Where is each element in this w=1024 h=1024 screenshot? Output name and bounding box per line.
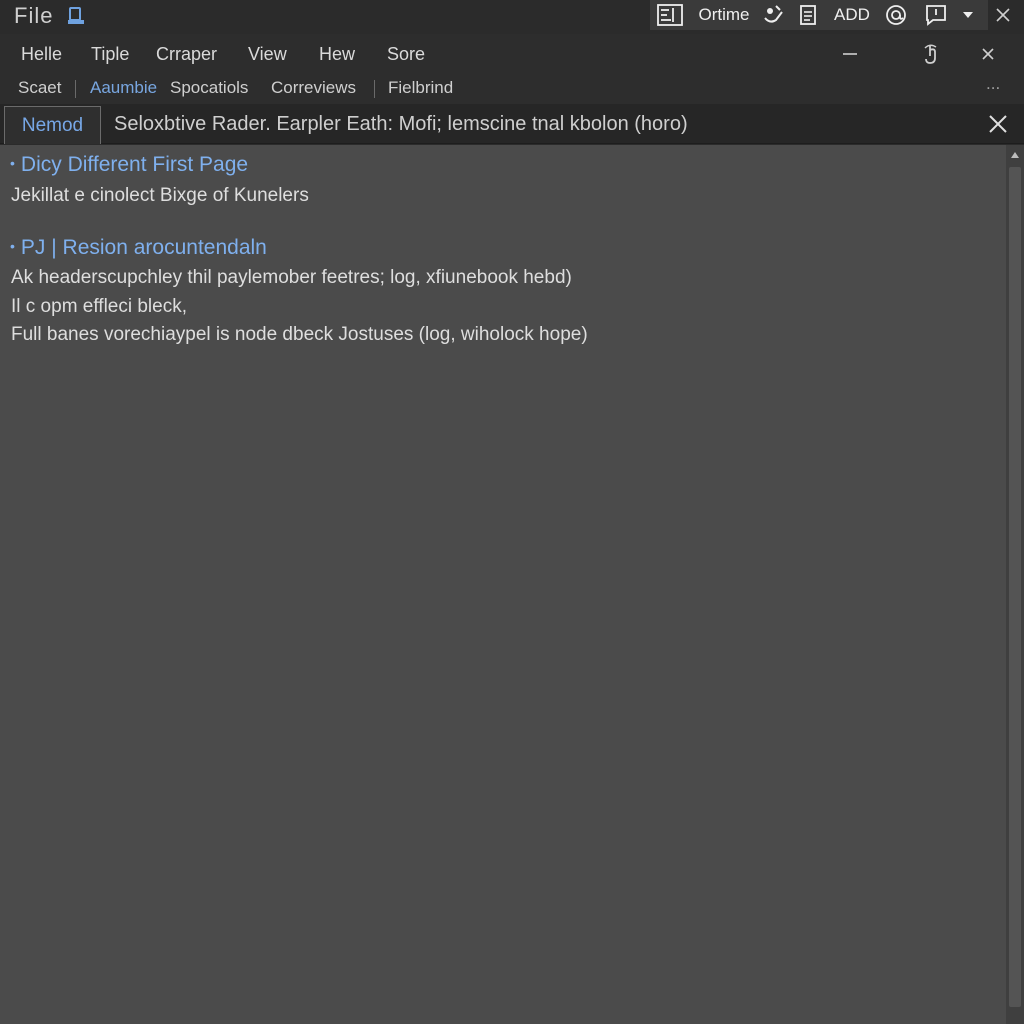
section-heading[interactable]: • Dicy Different First Page bbox=[10, 153, 248, 177]
more-options-button[interactable]: ... bbox=[986, 74, 1000, 94]
document-icon[interactable] bbox=[796, 3, 820, 27]
close-icon[interactable] bbox=[986, 112, 1010, 136]
menu-bar: Helle Tiple Crraper View Hew Sore bbox=[0, 34, 1024, 72]
ribbon-item-active[interactable]: Aaumbie bbox=[90, 78, 157, 98]
quick-access-toolbar: Ortime ADD bbox=[650, 0, 988, 30]
collapse-bullet-icon[interactable]: • bbox=[10, 155, 15, 171]
outline-view-icon[interactable] bbox=[656, 3, 684, 27]
add-button[interactable]: ADD bbox=[830, 3, 874, 27]
menu-item[interactable]: Hew bbox=[319, 44, 355, 65]
navigation-description: Seloxbtive Rader. Earpler Eath: Mofi; le… bbox=[114, 113, 688, 135]
close-icon[interactable] bbox=[976, 42, 1000, 66]
menu-item[interactable]: Tiple bbox=[91, 44, 129, 65]
title-bar: File Ortime ADD bbox=[0, 0, 1024, 34]
body-line: Jekillat e cinolect Bixge of Kunelers bbox=[11, 185, 309, 206]
menu-item[interactable]: Sore bbox=[387, 44, 425, 65]
ribbon-bar: Scaet Aaumbie Spocatiols Correviews Fiel… bbox=[0, 72, 1024, 104]
menu-item[interactable]: Helle bbox=[21, 44, 62, 65]
section-heading-text: Dicy Different First Page bbox=[20, 153, 249, 176]
scroll-up-icon[interactable] bbox=[1006, 149, 1024, 163]
vertical-scrollbar[interactable] bbox=[1006, 145, 1024, 1024]
body-line: Il c opm effleci bleck, bbox=[11, 296, 188, 317]
ribbon-item[interactable]: Scaet bbox=[18, 78, 61, 98]
touch-icon[interactable] bbox=[920, 42, 944, 66]
navigation-bar: Nemod Seloxbtive Rader. Earpler Eath: Mo… bbox=[0, 104, 1024, 144]
tab-nemod[interactable]: Nemod bbox=[4, 106, 101, 144]
ribbon-item[interactable]: Fielbrind bbox=[388, 78, 453, 98]
scrollbar-thumb[interactable] bbox=[1009, 167, 1021, 1007]
body-line: Full banes vorechiaypel is node dbeck Jo… bbox=[11, 324, 588, 345]
close-icon[interactable] bbox=[990, 3, 1016, 27]
menu-item[interactable]: View bbox=[248, 44, 287, 65]
minimize-icon[interactable] bbox=[838, 42, 862, 66]
sparkle-icon[interactable] bbox=[760, 3, 788, 27]
at-sign-icon[interactable] bbox=[882, 3, 910, 27]
ribbon-item[interactable]: Correviews bbox=[271, 78, 356, 98]
menu-item[interactable]: Crraper bbox=[156, 44, 217, 65]
body-line: Ak headerscupchley thil paylemober feetr… bbox=[11, 267, 572, 288]
ribbon-item[interactable]: Spocatiols bbox=[170, 78, 248, 98]
document-content[interactable]: • Dicy Different First Page Jekillat e ci… bbox=[0, 145, 1006, 1024]
collapse-bullet-icon[interactable]: • bbox=[10, 238, 15, 254]
ribbon-separator bbox=[75, 80, 76, 98]
section-heading-text: PJ | Resion arocuntendaln bbox=[20, 236, 267, 259]
outline-button[interactable]: Ortime bbox=[694, 3, 754, 27]
section-heading[interactable]: • PJ | Resion arocuntendaln bbox=[10, 236, 267, 260]
ribbon-separator bbox=[374, 80, 375, 98]
comment-icon[interactable] bbox=[922, 3, 950, 27]
app-file-icon[interactable] bbox=[66, 6, 86, 26]
app-title: File bbox=[14, 3, 54, 28]
dropdown-caret-icon[interactable] bbox=[956, 3, 980, 27]
